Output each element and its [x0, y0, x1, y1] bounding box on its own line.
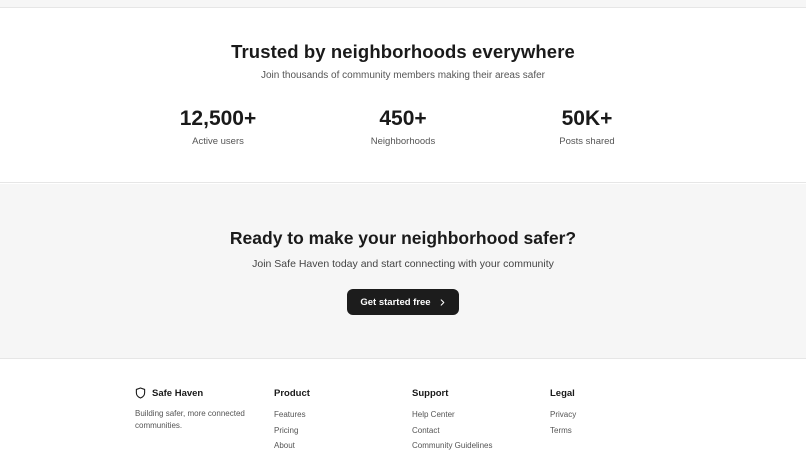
stat-label: Posts shared — [559, 136, 615, 147]
footer-column-title: Legal — [550, 388, 575, 399]
footer-link-privacy[interactable]: Privacy — [550, 409, 576, 420]
brand-name: Safe Haven — [152, 387, 204, 399]
stat-active-users: 12,500+ Active users — [118, 106, 318, 147]
stat-neighborhoods: 450+ Neighborhoods — [303, 106, 503, 147]
stat-value: 50K+ — [561, 107, 613, 130]
get-started-button[interactable]: Get started free — [347, 289, 459, 315]
stat-label: Active users — [192, 136, 244, 147]
chevron-right-icon — [440, 298, 444, 306]
footer-brand[interactable]: Safe Haven — [135, 387, 203, 399]
stat-value: 450+ — [379, 107, 427, 130]
top-divider — [0, 0, 806, 8]
footer-link-about[interactable]: About — [274, 440, 310, 451]
cta-subtitle: Join Safe Haven today and start connecti… — [252, 258, 554, 270]
trust-title: Trusted by neighborhoods everywhere — [231, 41, 575, 62]
footer-column-title: Product — [274, 388, 310, 399]
footer-link-community-guidelines[interactable]: Community Guidelines — [412, 440, 492, 451]
get-started-label: Get started free — [360, 296, 431, 308]
footer-column-legal: Legal Privacy Terms — [550, 388, 576, 440]
footer-column-title: Support — [412, 388, 449, 399]
stat-value: 12,500+ — [179, 107, 257, 130]
cta-title: Ready to make your neighborhood safer? — [229, 228, 577, 248]
brand-description: Building safer, more connected communiti… — [135, 409, 245, 430]
trust-subtitle: Join thousands of community members maki… — [260, 70, 545, 81]
footer-column-support: Support Help Center Contact Community Gu… — [412, 388, 492, 456]
shield-icon — [135, 387, 146, 399]
stat-posts-shared: 50K+ Posts shared — [487, 106, 687, 147]
footer-link-pricing[interactable]: Pricing — [274, 425, 310, 436]
stat-label: Neighborhoods — [370, 136, 436, 147]
footer-link-contact[interactable]: Contact — [412, 425, 492, 436]
cta-section: Ready to make your neighborhood safer? J… — [0, 184, 806, 359]
footer-link-help-center[interactable]: Help Center — [412, 409, 492, 420]
footer-link-terms[interactable]: Terms — [550, 425, 576, 436]
footer-link-features[interactable]: Features — [274, 409, 310, 420]
footer-column-product: Product Features Pricing About — [274, 388, 310, 456]
site-footer: Safe Haven Building safer, more connecte… — [0, 360, 806, 460]
trust-section: Trusted by neighborhoods everywhere Join… — [0, 8, 806, 183]
